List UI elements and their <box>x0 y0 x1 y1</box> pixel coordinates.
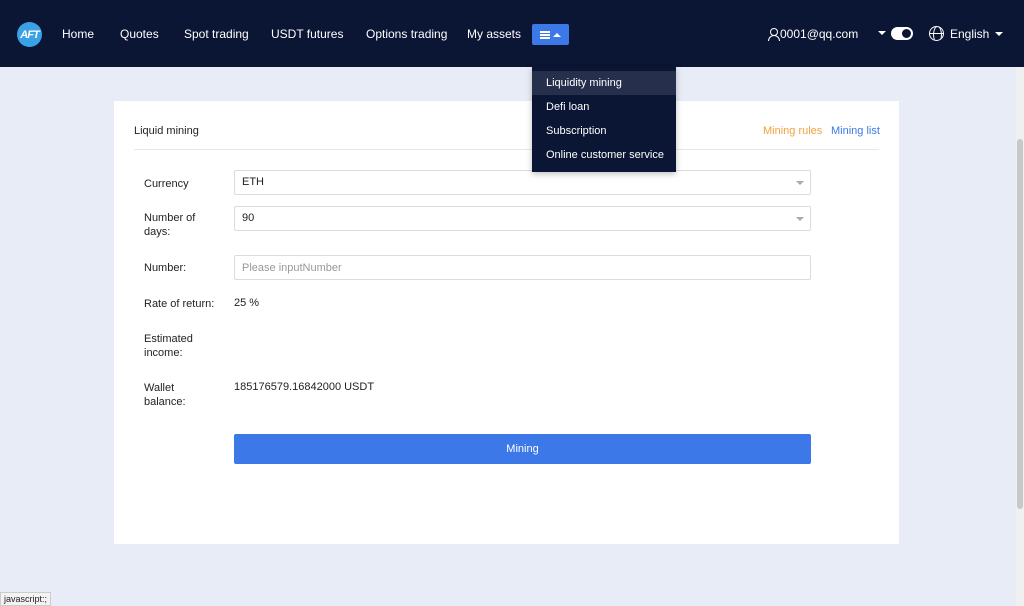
menu-item-customer-service[interactable]: Online customer service <box>532 143 676 167</box>
nav-options-trading[interactable]: Options trading <box>366 27 447 41</box>
globe-icon <box>929 26 944 41</box>
scrollbar[interactable] <box>1016 67 1024 606</box>
wallet-value: 185176579.16842000 USDT <box>234 381 375 393</box>
mining-button[interactable]: Mining <box>234 434 811 464</box>
top-navbar: AFT Home Quotes Spot trading USDT future… <box>0 0 1024 67</box>
chevron-down-icon[interactable] <box>878 31 886 35</box>
theme-toggle[interactable] <box>891 27 913 40</box>
nav-home[interactable]: Home <box>62 27 94 41</box>
currency-label: Currency <box>144 178 189 190</box>
user-email: 0001@qq.com <box>780 27 859 41</box>
nav-my-assets[interactable]: My assets <box>467 27 521 41</box>
days-label: Number of days: <box>144 212 196 238</box>
scrollbar-thumb[interactable] <box>1017 139 1023 509</box>
currency-value: ETH <box>242 176 264 188</box>
number-input[interactable] <box>234 255 811 280</box>
nav-usdt-futures[interactable]: USDT futures <box>271 27 343 41</box>
currency-select[interactable]: ETH <box>234 170 811 195</box>
logo[interactable]: AFT <box>17 22 42 47</box>
number-label: Number: <box>144 262 187 274</box>
mining-card: Liquid mining Mining rules Mining list C… <box>114 101 899 544</box>
income-label: Estimated income: <box>144 333 193 359</box>
menu-item-subscription[interactable]: Subscription <box>532 119 676 143</box>
chevron-down-icon <box>796 181 804 185</box>
chevron-down-icon <box>796 217 804 221</box>
rate-label: Rate of return: <box>144 298 215 310</box>
nav-spot-trading[interactable]: Spot trading <box>184 27 249 41</box>
menu-item-defi-loan[interactable]: Defi loan <box>532 95 676 119</box>
more-dropdown-menu: Liquidity mining Defi loan Subscription … <box>532 67 676 172</box>
wallet-label: Wallet balance: <box>144 382 186 408</box>
language-selector[interactable]: English <box>929 26 1004 41</box>
divider <box>134 149 879 150</box>
nav-quotes[interactable]: Quotes <box>120 27 159 41</box>
mining-rules-link[interactable]: Mining rules <box>763 125 822 137</box>
mining-list-link[interactable]: Mining list <box>831 125 880 137</box>
user-account[interactable]: 0001@qq.com <box>768 27 858 41</box>
days-value: 90 <box>242 212 255 224</box>
language-label: English <box>950 26 990 41</box>
chevron-down-icon <box>995 31 1004 36</box>
status-bar: javascript:; <box>0 592 52 606</box>
caret-up-icon <box>553 32 561 37</box>
rate-value: 25 % <box>234 297 260 309</box>
page-title: Liquid mining <box>134 125 199 137</box>
user-icon <box>768 28 780 41</box>
more-menu-button[interactable] <box>532 24 569 45</box>
list-icon <box>540 30 550 39</box>
days-select[interactable]: 90 <box>234 206 811 231</box>
menu-item-liquidity-mining[interactable]: Liquidity mining <box>532 71 676 95</box>
